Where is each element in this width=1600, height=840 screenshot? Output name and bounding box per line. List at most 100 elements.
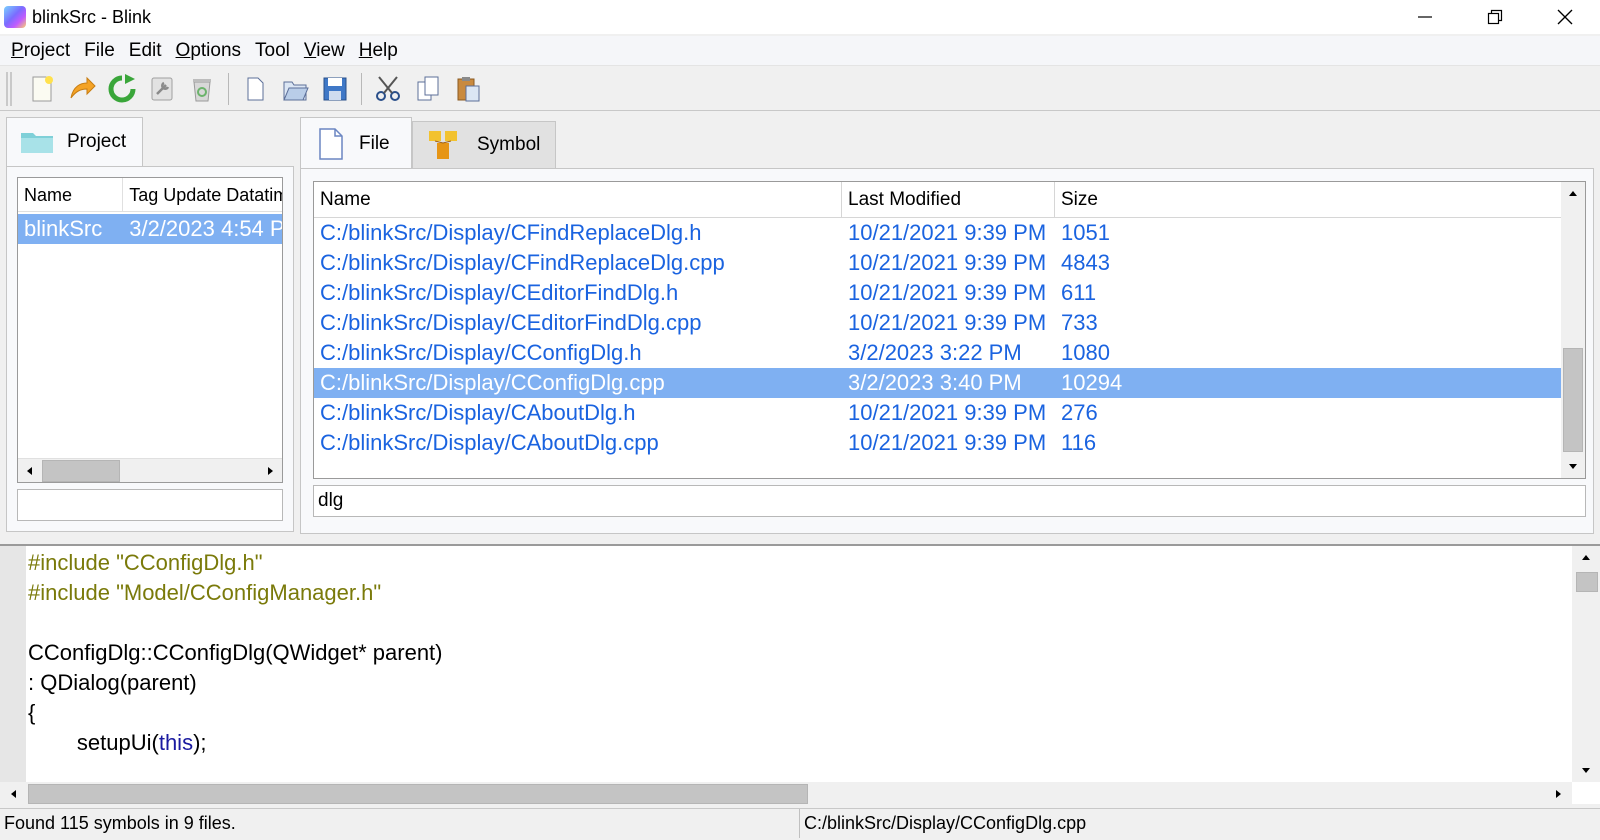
menu-project[interactable]: Project xyxy=(4,37,77,65)
new-project-icon[interactable] xyxy=(22,70,62,108)
tab-symbol[interactable]: Symbol xyxy=(412,121,556,168)
file-icon xyxy=(319,127,343,160)
scroll-up-icon[interactable] xyxy=(1574,546,1598,570)
file-row-selected[interactable]: C:/blinkSrc/Display/CConfigDlg.cpp 3/2/20… xyxy=(314,368,1562,398)
code-line: #include "CConfigDlg.h" xyxy=(28,550,263,575)
menu-help[interactable]: Help xyxy=(352,37,405,65)
status-bar: Found 115 symbols in 9 files. C:/blinkSr… xyxy=(0,808,1600,838)
file-row[interactable]: C:/blinkSrc/Display/CAboutDlg.cpp 10/21/2… xyxy=(314,428,1562,458)
scroll-thumb[interactable] xyxy=(42,460,120,482)
code-area[interactable]: #include "CConfigDlg.h" #include "Model/… xyxy=(28,548,443,758)
file-row[interactable]: C:/blinkSrc/Display/CAboutDlg.h 10/21/202… xyxy=(314,398,1562,428)
copy-icon[interactable] xyxy=(408,70,448,108)
file-row[interactable]: C:/blinkSrc/Display/CEditorFindDlg.h 10/2… xyxy=(314,278,1562,308)
toolbar xyxy=(0,67,1600,111)
scroll-down-icon[interactable] xyxy=(1561,454,1585,478)
save-icon[interactable] xyxy=(315,70,355,108)
window-title: blinkSrc - Blink xyxy=(32,6,152,27)
status-current-file: C:/blinkSrc/Display/CConfigDlg.cpp xyxy=(804,813,1087,833)
close-icon[interactable] xyxy=(1530,0,1600,34)
file-filter-input[interactable] xyxy=(313,485,1586,517)
build-icon[interactable] xyxy=(142,70,182,108)
menu-edit[interactable]: Edit xyxy=(122,37,169,65)
file-modified: 3/2/2023 3:40 PM xyxy=(848,370,1022,395)
scroll-left-icon[interactable] xyxy=(18,459,42,482)
folder-icon xyxy=(21,133,53,153)
project-horizontal-scrollbar[interactable] xyxy=(18,458,282,482)
tab-symbol-label: Symbol xyxy=(477,134,541,155)
column-header-name[interactable]: Name xyxy=(18,178,124,211)
new-file-icon[interactable] xyxy=(235,70,275,108)
project-row[interactable]: blinkSrc 3/2/2023 4:54 P xyxy=(18,214,282,244)
project-list[interactable]: Name Tag Update Datatim blinkSrc 3/2/202… xyxy=(17,177,283,483)
file-size: 1080 xyxy=(1061,340,1110,365)
menu-view[interactable]: View xyxy=(297,37,352,65)
menu-file[interactable]: File xyxy=(77,37,122,65)
scroll-left-icon[interactable] xyxy=(2,782,26,806)
column-header-size[interactable]: Size xyxy=(1055,182,1562,217)
tab-file[interactable]: File xyxy=(300,117,412,169)
file-modified: 10/21/2021 9:39 PM xyxy=(848,400,1047,425)
menu-options[interactable]: Options xyxy=(169,37,248,65)
minimize-icon[interactable] xyxy=(1390,0,1460,34)
file-list[interactable]: Name Last Modified Size C:/blinkSrc/Disp… xyxy=(313,181,1586,479)
file-row[interactable]: C:/blinkSrc/Display/CFindReplaceDlg.h 10/… xyxy=(314,218,1562,248)
open-project-icon[interactable] xyxy=(62,70,102,108)
scroll-thumb[interactable] xyxy=(28,784,808,804)
title-bar: blinkSrc - Blink xyxy=(0,0,1600,34)
editor-vertical-scrollbar[interactable] xyxy=(1572,546,1600,782)
delete-icon[interactable] xyxy=(182,70,222,108)
toolbar-separator xyxy=(228,72,229,105)
file-modified: 10/21/2021 9:39 PM xyxy=(848,280,1047,305)
file-modified: 10/21/2021 9:39 PM xyxy=(848,430,1047,455)
code-editor[interactable]: #include "CConfigDlg.h" #include "Model/… xyxy=(0,544,1600,806)
scroll-right-icon[interactable] xyxy=(1546,782,1570,806)
code-line: { xyxy=(28,700,36,725)
column-header-last-modified[interactable]: Last Modified xyxy=(842,182,1055,217)
open-file-icon[interactable] xyxy=(275,70,315,108)
scroll-thumb[interactable] xyxy=(1563,348,1583,452)
tab-project-label: Project xyxy=(67,131,127,152)
project-name: blinkSrc xyxy=(24,216,103,241)
menu-tool[interactable]: Tool xyxy=(248,37,297,65)
column-header-tag-update[interactable]: Tag Update Datatim xyxy=(123,178,282,211)
file-row[interactable]: C:/blinkSrc/Display/CFindReplaceDlg.cpp 1… xyxy=(314,248,1562,278)
file-modified: 3/2/2023 3:22 PM xyxy=(848,340,1022,365)
file-name: C:/blinkSrc/Display/CConfigDlg.h xyxy=(320,340,642,365)
file-size: 611 xyxy=(1061,280,1097,305)
paste-icon[interactable] xyxy=(448,70,488,108)
restore-icon[interactable] xyxy=(1460,0,1530,34)
tab-project[interactable]: Project xyxy=(6,117,143,166)
file-modified: 10/21/2021 9:39 PM xyxy=(848,310,1047,335)
file-row[interactable]: C:/blinkSrc/Display/CConfigDlg.h 3/2/2023… xyxy=(314,338,1562,368)
file-size: 4843 xyxy=(1061,250,1110,275)
file-vertical-scrollbar[interactable] xyxy=(1561,182,1585,478)
scroll-thumb[interactable] xyxy=(1576,572,1598,592)
file-size: 733 xyxy=(1061,310,1098,335)
file-name: C:/blinkSrc/Display/CAboutDlg.cpp xyxy=(320,430,659,455)
column-header-name[interactable]: Name xyxy=(314,182,842,217)
file-size: 116 xyxy=(1061,430,1097,455)
cut-icon[interactable] xyxy=(368,70,408,108)
code-line: : QDialog(parent) xyxy=(28,670,197,695)
file-row[interactable]: C:/blinkSrc/Display/CEditorFindDlg.cpp 10… xyxy=(314,308,1562,338)
tab-file-label: File xyxy=(359,132,390,154)
project-date: 3/2/2023 4:54 P xyxy=(129,216,282,241)
app-icon xyxy=(4,6,26,28)
project-filter-input[interactable] xyxy=(17,489,283,521)
refresh-icon[interactable] xyxy=(102,70,142,108)
scroll-up-icon[interactable] xyxy=(1561,182,1585,206)
file-list-header: Name Last Modified Size xyxy=(314,182,1562,218)
code-line: #include "Model/CConfigManager.h" xyxy=(28,580,382,605)
status-message: Found 115 symbols in 9 files. xyxy=(0,809,800,838)
scroll-right-icon[interactable] xyxy=(258,459,282,482)
file-size: 1051 xyxy=(1061,220,1110,245)
file-name: C:/blinkSrc/Display/CEditorFindDlg.cpp xyxy=(320,310,702,335)
file-size: 10294 xyxy=(1061,370,1123,395)
toolbar-grip[interactable] xyxy=(6,71,12,106)
editor-horizontal-scrollbar[interactable] xyxy=(0,782,1572,806)
scroll-down-icon[interactable] xyxy=(1574,758,1598,782)
menu-bar: Project File Edit Options Tool View Help xyxy=(0,36,1600,66)
code-line: CConfigDlg::CConfigDlg(QWidget* parent) xyxy=(28,640,443,665)
